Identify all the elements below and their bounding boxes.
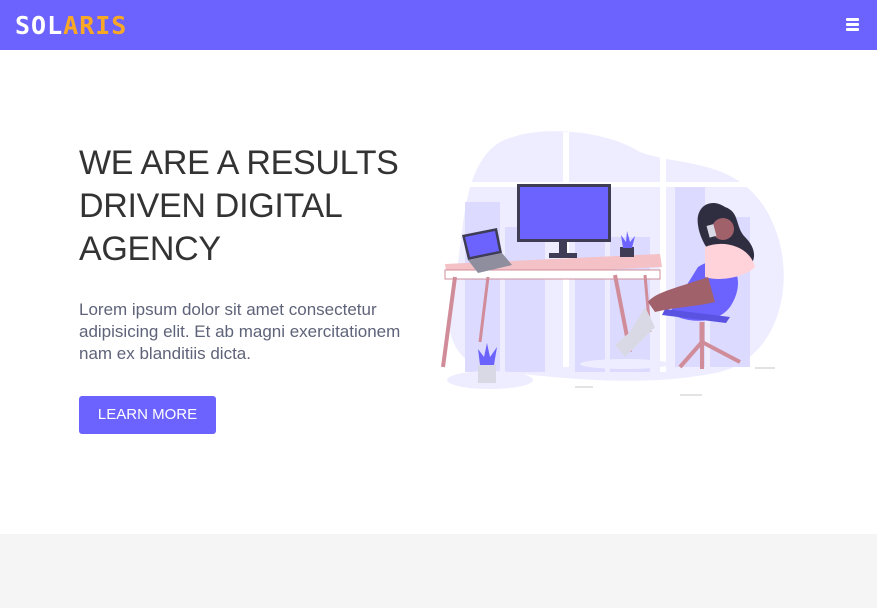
window-mullion <box>450 182 780 187</box>
hero-description: Lorem ipsum dolor sit amet consectetur a… <box>79 300 401 363</box>
logo-part-1: SOL <box>15 11 64 40</box>
floor-line <box>575 386 593 388</box>
hamburger-menu-icon[interactable] <box>846 18 859 31</box>
next-section <box>0 534 877 608</box>
logo-part-2: ARIS <box>63 11 128 40</box>
navbar: SOLARIS <box>0 0 877 50</box>
floor-line <box>680 394 702 396</box>
window-mullion <box>660 147 666 372</box>
hero-title-line-2: DRIVEN DIGITAL <box>79 187 343 225</box>
hero-title-line-3: AGENCY <box>79 230 221 268</box>
logo[interactable]: SOLARIS <box>15 11 127 41</box>
floor-line <box>755 367 775 369</box>
hero-title-line-1: WE ARE A RESULTS <box>79 144 399 182</box>
floor-shadow <box>580 359 670 369</box>
learn-more-button[interactable]: LEARN MORE <box>79 396 216 434</box>
hero-title: WE ARE A RESULTS DRIVEN DIGITAL AGENCY <box>79 142 429 271</box>
hero-illustration <box>441 131 784 396</box>
